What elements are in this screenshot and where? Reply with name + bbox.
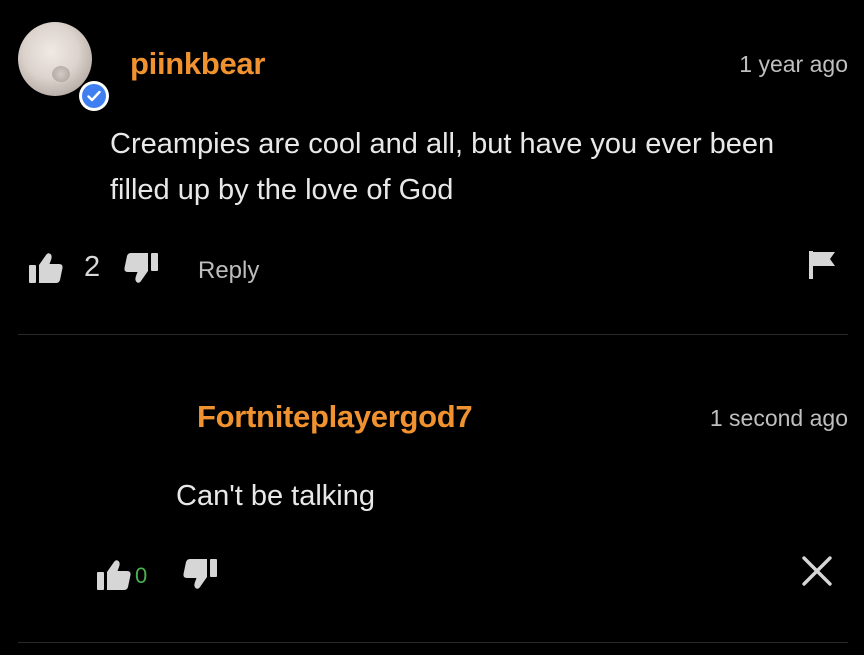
timestamp: 1 year ago [739, 51, 848, 77]
thumbs-up-icon[interactable] [28, 252, 64, 284]
close-icon[interactable] [801, 555, 833, 587]
username[interactable]: Fortniteplayergod7 [197, 399, 473, 435]
thumbs-down-icon[interactable] [123, 252, 159, 284]
comment-1: piinkbear 1 year ago Creampies are cool … [0, 0, 864, 335]
comment-body-line: Creampies are cool and all, but have you… [110, 128, 775, 160]
thumbs-up-icon[interactable] [96, 559, 132, 591]
comment-body: Creampies are cool and all, but have you… [110, 121, 850, 213]
timestamp: 1 second ago [709, 405, 848, 431]
comment-body: Can't be talking [176, 480, 375, 512]
comment-2: Fortniteplayergod7 1 second ago Can't be… [0, 336, 864, 641]
avatar[interactable] [18, 22, 92, 96]
like-count: 0 [135, 563, 148, 588]
reply-button[interactable]: Reply [198, 257, 259, 285]
verified-badge [79, 81, 109, 111]
verified-icon [82, 84, 106, 108]
divider [18, 334, 848, 335]
like-count: 2 [84, 251, 101, 283]
comment-body-line: filled up by the love of God [110, 174, 454, 206]
divider [18, 642, 848, 643]
flag-icon[interactable] [808, 250, 838, 280]
username[interactable]: piinkbear [130, 46, 265, 82]
thumbs-down-icon[interactable] [182, 558, 218, 590]
